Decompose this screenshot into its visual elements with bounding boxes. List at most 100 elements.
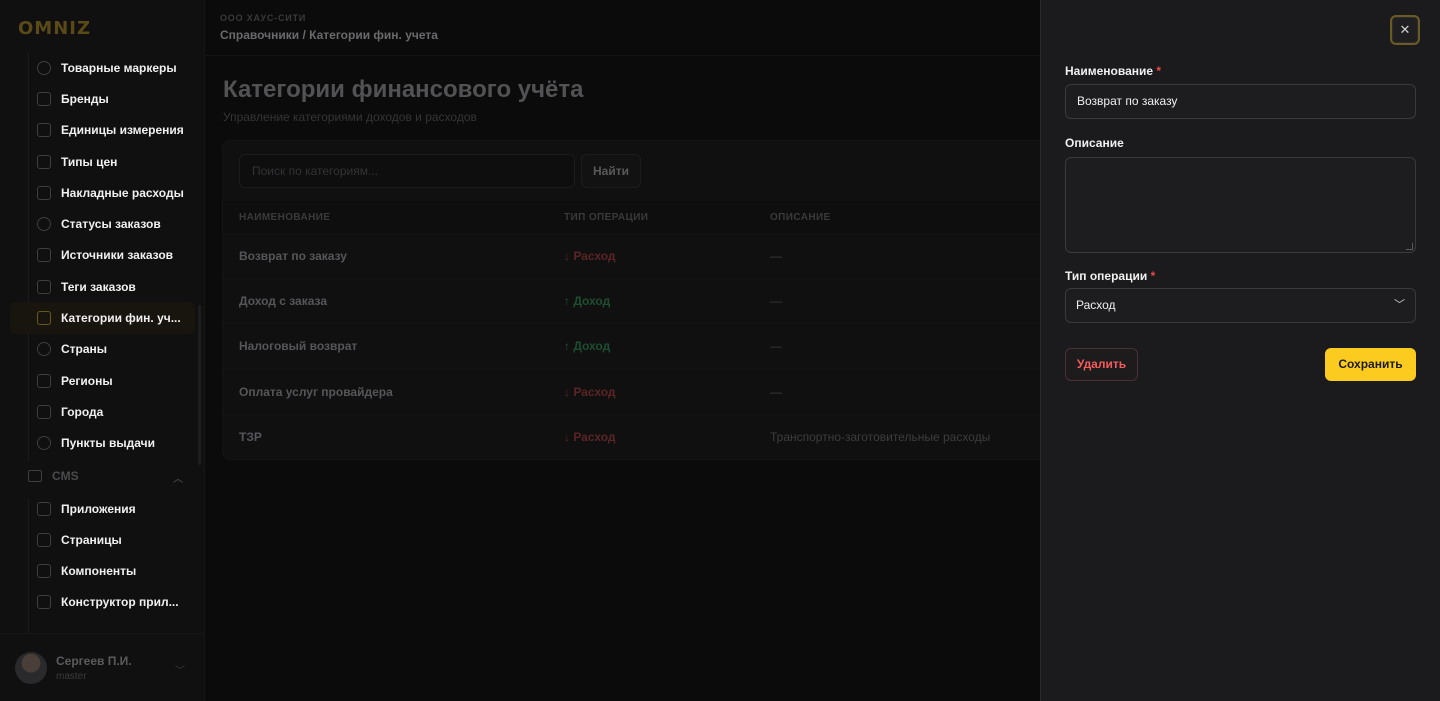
sidebar: OMNIZ Товарные маркеры Бренды Единицы из… [0, 0, 205, 701]
organization-name: ООО ХАУС-СИТИ [220, 13, 307, 23]
sidebar-scrollbar[interactable] [198, 305, 201, 465]
sidebar-item-label: Приложения [61, 501, 136, 516]
sidebar-item-order-tags[interactable]: Теги заказов [10, 271, 195, 302]
table-row[interactable]: Налоговый возврат ↑ Доход — [223, 323, 1053, 368]
sidebar-item-pickup-points[interactable]: Пункты выдачи [10, 428, 195, 459]
search-input[interactable]: Поиск по категориям... [239, 154, 575, 188]
logo[interactable]: OMNIZ [18, 17, 92, 39]
sidebar-item-apps[interactable]: Приложения [10, 493, 195, 524]
sidebar-item-label: Типы цен [61, 154, 118, 169]
operation-type-select[interactable]: Расход ﹀ [1065, 288, 1416, 323]
column-header-type[interactable]: ТИП ОПЕРАЦИИ [564, 212, 648, 223]
table-row[interactable]: Возврат по заказу ↓ Расход — [223, 233, 1053, 278]
page-title: Категории финансового учёта [223, 76, 584, 103]
sidebar-item-label: Регионы [61, 373, 113, 388]
banknote-icon [37, 154, 51, 169]
breadcrumb[interactable]: Справочники / Категории фин. учета [220, 28, 1040, 42]
sidebar-item-label: Страницы [61, 532, 122, 547]
bookmark-icon [37, 91, 51, 106]
browser-icon [28, 469, 42, 482]
cell-name: Налоговый возврат [239, 339, 358, 353]
main-content: ООО ХАУС-СИТИ Справочники / Категории фи… [205, 0, 1053, 701]
sidebar-item-pages[interactable]: Страницы [10, 524, 195, 555]
sidebar-item-label: Пункты выдачи [61, 436, 155, 451]
edit-category-drawer: ✕ Наименование * Возврат по заказу Описа… [1040, 0, 1440, 701]
table-header: НАИМЕНОВАНИЕ ТИП ОПЕРАЦИИ ОПИСАНИЕ [223, 201, 1053, 233]
sidebar-item-countries[interactable]: Страны [10, 334, 195, 365]
cell-description: — [770, 294, 782, 308]
wallet-icon [37, 311, 51, 326]
user-menu[interactable]: Сергеев П.И. master ﹀ [0, 633, 205, 701]
name-input[interactable]: Возврат по заказу [1065, 84, 1416, 119]
cell-type: ↑ Доход [564, 294, 611, 308]
name-label-text: Наименование [1065, 64, 1154, 78]
close-button[interactable]: ✕ [1390, 15, 1420, 45]
components-icon [37, 564, 51, 579]
description-textarea[interactable] [1065, 157, 1416, 253]
required-mark: * [1156, 64, 1162, 78]
operation-type-label-text: Тип операции [1065, 269, 1148, 283]
chevron-down-icon: ﹀ [175, 666, 185, 677]
operation-type-label: Тип операции * [1065, 269, 1155, 283]
sidebar-item-app-builder[interactable]: Конструктор прил... [10, 587, 195, 618]
search-button[interactable]: Найти [581, 154, 641, 188]
cell-description: Транспортно-заготовительные расходы [770, 430, 991, 444]
table-row[interactable]: Доход с заказа ↑ Доход — [223, 278, 1053, 323]
book-open-icon [37, 532, 51, 547]
cell-description: — [770, 249, 782, 263]
sidebar-item-order-sources[interactable]: Источники заказов [10, 240, 195, 271]
cell-name: ТЗР [239, 430, 262, 444]
sidebar-item-label: Источники заказов [61, 248, 174, 263]
cell-type: ↓ Расход [564, 385, 616, 399]
signpost-icon [37, 248, 51, 263]
delete-button[interactable]: Удалить [1065, 348, 1138, 381]
required-mark: * [1150, 269, 1156, 283]
close-icon: ✕ [1399, 22, 1411, 37]
cell-name: Оплата услуг провайдера [239, 385, 393, 399]
sidebar-item-label: Теги заказов [61, 279, 136, 294]
building-icon [37, 404, 51, 419]
user-name: Сергеев П.И. [56, 653, 132, 668]
cell-name: Доход с заказа [239, 294, 328, 308]
table-row[interactable]: ТЗР ↓ Расход Транспортно-заготовительные… [223, 414, 1053, 459]
cell-description: — [770, 339, 782, 353]
sidebar-item-label: Города [61, 404, 104, 419]
sidebar-item-label: Компоненты [61, 564, 137, 579]
avatar [15, 651, 47, 684]
sidebar-item-units[interactable]: Единицы измерения [10, 115, 195, 146]
chevron-down-icon: ﹀ [1394, 299, 1405, 311]
sidebar-item-cities[interactable]: Города [10, 396, 195, 427]
logo-text: OMNIZ [18, 17, 92, 39]
save-button[interactable]: Сохранить [1325, 348, 1416, 381]
chevron-up-icon: ︿ [173, 473, 183, 485]
cell-type: ↑ Доход [564, 339, 611, 353]
page-subtitle: Управление категориями доходов и расходо… [223, 110, 477, 124]
sidebar-item-components[interactable]: Компоненты [10, 555, 195, 586]
ruler-icon [37, 123, 51, 138]
sidebar-nav: Товарные маркеры Бренды Единицы измерени… [10, 52, 195, 618]
sidebar-item-finance-categories[interactable]: Категории фин. уч... [10, 302, 195, 334]
sidebar-item-label: Страны [61, 342, 108, 357]
sidebar-section-cms[interactable]: CMS ︿ [10, 459, 195, 493]
column-header-description[interactable]: ОПИСАНИЕ [770, 212, 831, 223]
sidebar-item-label: Статусы заказов [61, 217, 161, 232]
sidebar-item-label: Накладные расходы [61, 185, 184, 200]
sidebar-item-regions[interactable]: Регионы [10, 365, 195, 396]
user-info: Сергеев П.И. master [56, 654, 132, 682]
topbar: ООО ХАУС-СИТИ Справочники / Категории фи… [205, 0, 1040, 56]
sidebar-item-product-markers[interactable]: Товарные маркеры [10, 52, 195, 83]
sidebar-item-price-types[interactable]: Типы цен [10, 146, 195, 177]
sidebar-item-label: Бренды [61, 91, 109, 106]
route-icon [37, 217, 51, 232]
tag-icon [37, 279, 51, 294]
cell-type: ↓ Расход [564, 249, 616, 263]
column-header-name[interactable]: НАИМЕНОВАНИЕ [239, 212, 330, 223]
circle-icon [37, 60, 51, 75]
sidebar-item-overhead[interactable]: Накладные расходы [10, 177, 195, 208]
user-role: master [56, 670, 87, 682]
sidebar-item-label: Товарные маркеры [61, 60, 177, 75]
table-row[interactable]: Оплата услуг провайдера ↓ Расход — [223, 369, 1053, 414]
sidebar-item-brands[interactable]: Бренды [10, 83, 195, 114]
resize-handle-icon[interactable] [1406, 243, 1413, 250]
sidebar-item-order-statuses[interactable]: Статусы заказов [10, 208, 195, 239]
